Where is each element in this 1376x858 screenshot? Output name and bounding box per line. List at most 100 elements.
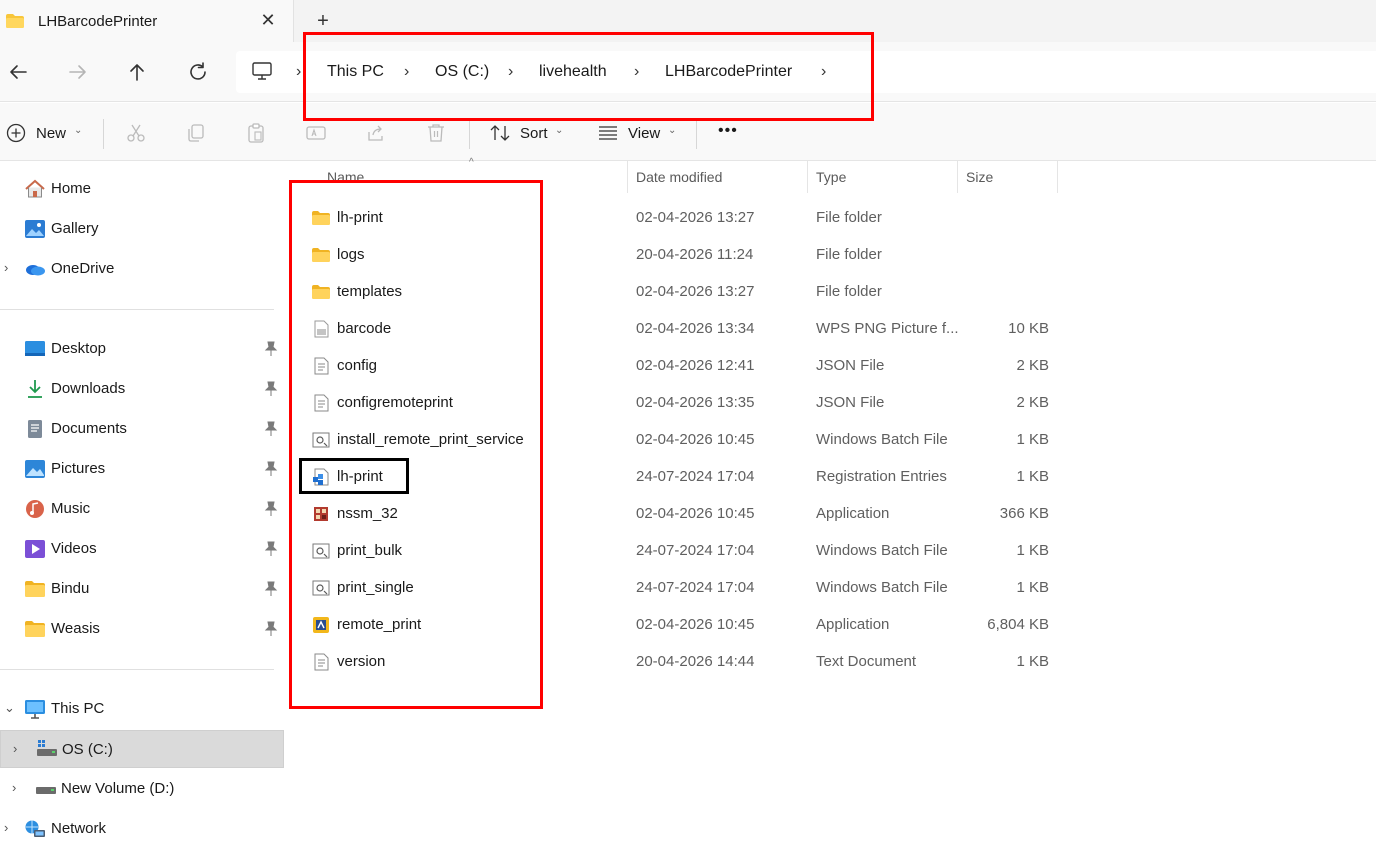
sidebar-item-label: Documents [51,420,127,437]
chevron-right-icon[interactable]: › [13,741,17,756]
network-icon [25,820,45,837]
arrow-right-icon[interactable] [66,60,90,84]
rename-icon[interactable] [305,122,327,144]
file-type: Windows Batch File [816,579,948,596]
chevron-right-icon[interactable]: › [4,820,8,835]
new-tab-button[interactable]: + [312,9,334,33]
sort-icon[interactable] [489,122,511,144]
sidebar-item-documents[interactable]: Documents [0,410,284,448]
plus-circle-icon[interactable] [5,122,27,144]
folder-icon [6,14,24,28]
file-date: 02-04-2026 12:41 [636,357,755,374]
sidebar-item-label: OS (C:) [62,741,113,758]
desktop-icon [25,341,45,356]
annotation-box-registry-file [299,458,409,494]
file-type: Application [816,505,890,522]
gallery-icon [25,220,45,238]
sidebar-item-label: Home [51,180,92,197]
sidebar-item-label: New Volume (D:) [61,780,175,797]
file-type: WPS PNG Picture f... [816,320,959,337]
delete-icon[interactable] [425,122,447,144]
file-date: 24-07-2024 17:04 [636,542,755,559]
new-button[interactable]: New [36,125,66,142]
file-date: 02-04-2026 13:27 [636,283,755,300]
sidebar-item-downloads[interactable]: Downloads [0,370,284,408]
file-date: 02-04-2026 10:45 [636,616,755,633]
arrow-left-icon[interactable] [6,60,30,84]
file-date: 02-04-2026 13:35 [636,394,755,411]
file-type: Windows Batch File [816,431,948,448]
annotation-box-file-names [289,180,543,709]
sidebar-item-label: Bindu [51,580,90,597]
file-date: 02-04-2026 10:45 [636,505,755,522]
sort-ascending-icon: ^ [469,157,474,168]
file-type: JSON File [816,394,885,411]
sidebar-item-new-volume-d[interactable]: › New Volume (D:) [0,770,284,808]
file-size: 10 KB [1008,320,1049,337]
sidebar-item-network[interactable]: › Network [0,810,284,848]
sort-button[interactable]: Sort [520,125,548,142]
chevron-down-icon: ⌄ [555,125,564,136]
chevron-right-icon[interactable]: › [12,780,16,795]
pin-icon[interactable] [264,541,278,557]
sidebar-item-label: Gallery [51,220,99,237]
arrow-up-icon[interactable] [125,60,149,84]
sidebar-item-music[interactable]: Music [0,490,284,528]
chevron-right-icon[interactable]: › [4,260,8,275]
drive-icon [37,740,57,756]
file-size: 1 KB [1016,468,1049,485]
sidebar-item-pictures[interactable]: Pictures [0,450,284,488]
more-options-button[interactable]: ••• [718,122,738,140]
divider [469,119,470,149]
sidebar-item-home[interactable]: Home [0,170,284,208]
sidebar-item-this-pc[interactable]: ⌄ This PC [0,690,284,728]
pin-icon[interactable] [264,421,278,437]
sidebar-item-videos[interactable]: Videos [0,530,284,568]
close-tab-icon[interactable]: ✕ [258,9,278,31]
videos-icon [25,540,45,558]
column-header-date[interactable]: Date modified [636,169,722,185]
cut-icon[interactable] [125,122,147,144]
column-divider[interactable] [1057,161,1058,193]
view-icon[interactable] [597,122,619,144]
sidebar-item-gallery[interactable]: Gallery [0,210,284,248]
sidebar-item-weasis[interactable]: Weasis [0,610,284,648]
pin-icon[interactable] [264,461,278,477]
chevron-down-icon[interactable]: ⌄ [4,700,15,716]
file-size: 2 KB [1016,357,1049,374]
sidebar-item-desktop[interactable]: Desktop [0,330,284,368]
paste-icon[interactable] [245,122,267,144]
column-divider[interactable] [807,161,808,193]
home-icon [25,179,45,198]
file-date: 02-04-2026 10:45 [636,431,755,448]
pin-icon[interactable] [264,581,278,597]
pin-icon[interactable] [264,501,278,517]
sidebar-item-label: OneDrive [51,260,115,277]
drive-icon [36,787,56,794]
file-date: 02-04-2026 13:27 [636,209,755,226]
pin-icon[interactable] [264,341,278,357]
divider [696,119,697,149]
column-header-size[interactable]: Size [966,169,993,185]
column-header-type[interactable]: Type [816,169,846,185]
folder-icon [25,581,45,597]
column-divider[interactable] [627,161,628,193]
pin-icon[interactable] [264,381,278,397]
active-tab[interactable]: LHBarcodePrinter ✕ [0,0,294,42]
sidebar-item-bindu[interactable]: Bindu [0,570,284,608]
refresh-icon[interactable] [186,60,210,84]
share-icon[interactable] [365,122,387,144]
copy-icon[interactable] [185,122,207,144]
file-size: 1 KB [1016,542,1049,559]
sidebar-item-onedrive[interactable]: › OneDrive [0,250,284,288]
file-date: 24-07-2024 17:04 [636,468,755,485]
file-size: 2 KB [1016,394,1049,411]
divider [0,309,274,310]
onedrive-icon [26,265,45,276]
pin-icon[interactable] [264,621,278,637]
column-divider[interactable] [957,161,958,193]
sidebar-item-label: Downloads [51,380,126,397]
view-button[interactable]: View [628,125,660,142]
sidebar-item-os-c[interactable]: › OS (C:) [0,730,284,768]
breadcrumb-separator: › [296,63,302,80]
